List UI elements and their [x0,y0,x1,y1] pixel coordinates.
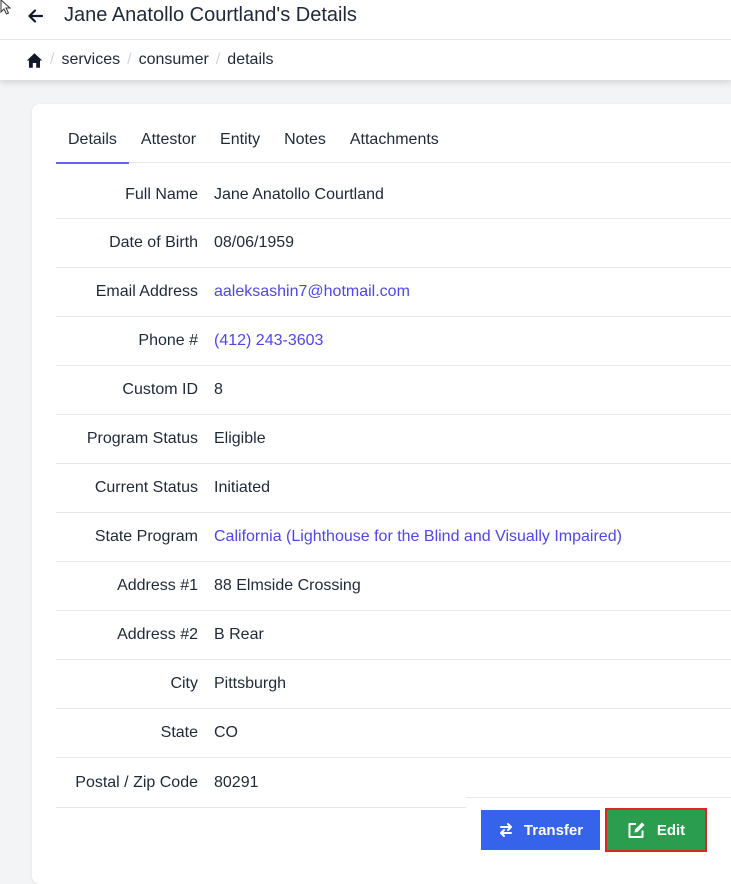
breadcrumb-separator: / [215,51,221,68]
detail-row-date-of-birth: Date of Birth 08/06/1959 [56,219,731,268]
field-value: Initiated [214,479,271,496]
field-label: Postal / Zip Code [75,773,198,791]
breadcrumb-separator: / [50,51,55,68]
field-label: State [160,724,198,741]
state-program-link[interactable]: California (Lighthouse for the Blind and… [214,528,622,546]
title-row: Jane Anatollo Courtland's Details [0,0,731,40]
field-value: 08/06/1959 [214,234,295,251]
field-label: Full Name [125,185,198,203]
detail-row-address-1: Address #1 88 Elmside Crossing [56,562,731,611]
detail-row-address-2: Address #2 B Rear [56,611,731,660]
home-icon[interactable] [26,52,43,69]
field-value: Pittsburgh [214,675,287,692]
details-list: Full Name Jane Anatollo Courtland Date o… [56,171,731,807]
tab-entity[interactable]: Entity [208,128,272,162]
breadcrumb-consumer[interactable]: consumer [139,51,209,69]
phone-link[interactable]: (412) 243-3603 [214,332,323,350]
tab-attachments[interactable]: Attachments [338,128,451,162]
field-label: City [170,675,198,692]
field-label: Custom ID [122,381,198,398]
breadcrumb-details[interactable]: details [227,51,273,69]
tab-notes[interactable]: Notes [272,128,338,162]
field-label: State Program [94,528,198,545]
field-label: Email Address [95,283,198,300]
field-value: Eligible [214,430,266,447]
tab-bar: Details Attestor Entity Notes Attachment… [56,128,731,164]
field-label: Current Status [94,479,198,496]
detail-row-full-name: Full Name Jane Anatollo Courtland [56,171,731,219]
tab-attestor[interactable]: Attestor [129,128,208,162]
detail-row-email: Email Address aaleksashin7@hotmail.com [56,268,731,317]
top-bar: Jane Anatollo Courtland's Details / serv… [0,0,731,80]
breadcrumb: / services / consumer / details [26,50,274,70]
field-value: 88 Elmside Crossing [214,577,361,594]
transfer-label: Transfer [523,821,584,839]
arrow-left-icon[interactable] [26,6,46,26]
field-value: 80291 [214,773,259,791]
details-card: Details Attestor Entity Notes Attachment… [32,104,731,884]
detail-row-current-status: Current Status Initiated [56,464,731,513]
field-label: Date of Birth [109,234,198,251]
detail-row-custom-id: Custom ID 8 [56,366,731,415]
breadcrumb-services[interactable]: services [61,51,120,69]
tab-details[interactable]: Details [56,128,129,164]
field-label: Address #2 [117,626,198,643]
detail-row-city: City Pittsburgh [56,660,731,709]
transfer-button[interactable]: Transfer [481,810,600,850]
breadcrumb-separator: / [127,51,132,68]
field-value: CO [214,724,238,741]
detail-row-phone: Phone # (412) 243-3603 [56,317,731,366]
edit-label: Edit [656,821,686,839]
field-value: 8 [214,381,223,398]
detail-row-state-program: State Program California (Lighthouse for… [56,513,731,562]
edit-icon [628,822,645,838]
detail-row-state: State CO [56,709,731,758]
mouse-cursor-icon [0,0,12,15]
field-label: Program Status [86,430,198,447]
field-value: B Rear [214,626,264,643]
page-title: Jane Anatollo Courtland's Details [64,4,357,26]
detail-row-program-status: Program Status Eligible [56,415,731,464]
email-link[interactable]: aaleksashin7@hotmail.com [214,283,410,301]
field-label: Phone # [138,332,198,349]
transfer-arrows-icon [499,823,512,837]
field-value: Jane Anatollo Courtland [214,185,384,203]
field-label: Address #1 [117,577,198,594]
edit-button[interactable]: Edit [605,808,707,852]
